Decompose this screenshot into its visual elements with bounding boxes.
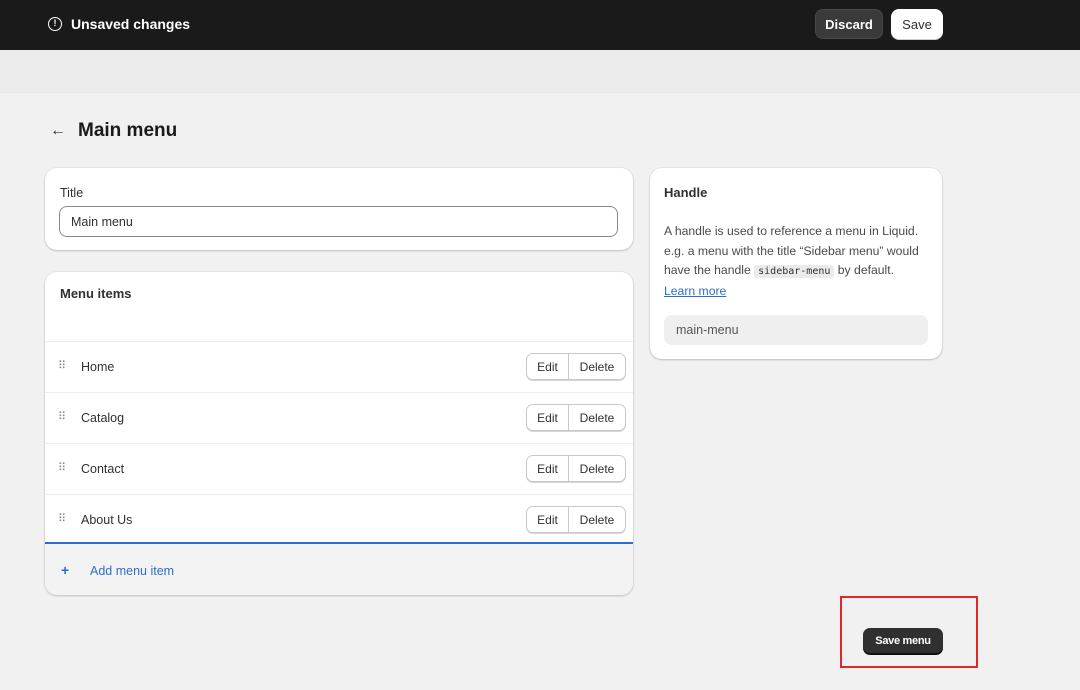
handle-description: A handle is used to reference a menu in …: [664, 222, 934, 301]
title-card: Title: [45, 168, 633, 250]
drag-handle-icon[interactable]: ⠿: [58, 360, 66, 372]
delete-button[interactable]: Delete: [569, 354, 625, 379]
delete-button[interactable]: Delete: [569, 507, 625, 532]
menu-item-actions: Edit Delete: [526, 506, 626, 533]
menu-item-label: Contact: [81, 462, 125, 476]
menu-items-list: ⠿ Home Edit Delete ⠿ Catalog Edit Delete…: [45, 341, 633, 545]
save-button[interactable]: Save: [891, 9, 943, 39]
menu-item-row: ⠿ Catalog Edit Delete: [45, 392, 633, 443]
add-menu-item-label: Add menu item: [90, 564, 175, 578]
menu-item-row: ⠿ Home Edit Delete: [45, 341, 633, 392]
arrow-left-icon[interactable]: ←: [50, 122, 66, 140]
menu-item-actions: Edit Delete: [526, 353, 626, 380]
edit-button[interactable]: Edit: [527, 354, 569, 379]
page-title: Main menu: [78, 120, 178, 141]
add-menu-item-button[interactable]: + Add menu item: [45, 542, 633, 595]
handle-code-example: sidebar-menu: [754, 265, 835, 278]
drag-handle-icon[interactable]: ⠿: [58, 411, 66, 423]
top-bar: ! Unsaved changes Discard Save: [0, 0, 1080, 50]
handle-heading: Handle: [664, 185, 708, 200]
page-header: ← Main menu: [50, 120, 177, 142]
title-field-label: Title: [60, 186, 84, 200]
menu-items-heading: Menu items: [60, 286, 132, 301]
menu-item-actions: Edit Delete: [526, 404, 626, 431]
handle-description-end: by default.: [834, 263, 895, 277]
menu-item-row: ⠿ Contact Edit Delete: [45, 443, 633, 494]
drag-handle-icon[interactable]: ⠿: [58, 462, 66, 474]
edit-button[interactable]: Edit: [527, 456, 569, 481]
menu-item-actions: Edit Delete: [526, 455, 626, 482]
learn-more-link[interactable]: Learn more: [664, 284, 726, 298]
save-menu-button[interactable]: Save menu: [863, 628, 943, 653]
info-icon: !: [48, 17, 62, 31]
title-input[interactable]: [59, 206, 618, 237]
delete-button[interactable]: Delete: [569, 405, 625, 430]
handle-input[interactable]: main-menu: [664, 315, 928, 345]
menu-item-label: About Us: [81, 513, 133, 527]
menu-item-row: ⠿ About Us Edit Delete: [45, 494, 633, 545]
edit-button[interactable]: Edit: [527, 507, 569, 532]
edit-button[interactable]: Edit: [527, 405, 569, 430]
menu-item-label: Catalog: [81, 411, 125, 425]
unsaved-status: ! Unsaved changes: [48, 16, 190, 32]
sub-header-band: [0, 50, 1080, 93]
delete-button[interactable]: Delete: [569, 456, 625, 481]
unsaved-changes-label: Unsaved changes: [71, 16, 191, 32]
menu-items-card: Menu items ⠿ Home Edit Delete ⠿ Catalog …: [45, 272, 633, 595]
discard-button[interactable]: Discard: [815, 9, 883, 39]
handle-card: Handle A handle is used to reference a m…: [650, 168, 942, 359]
menu-item-label: Home: [81, 360, 115, 374]
plus-icon: +: [61, 562, 70, 578]
drag-handle-icon[interactable]: ⠿: [58, 513, 66, 525]
